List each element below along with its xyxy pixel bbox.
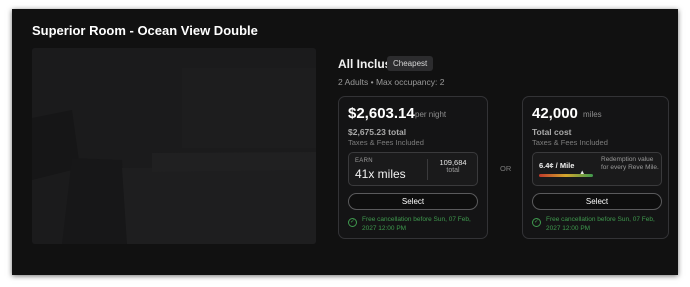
- earn-total-label: total: [446, 167, 460, 174]
- occupancy-info: 2 Adults • Max occupancy: 2: [338, 77, 445, 87]
- earn-miles-box: EARN 41x miles 109,684 total: [348, 152, 478, 186]
- earn-divider: [427, 159, 428, 180]
- earn-value: 41x miles: [355, 167, 406, 181]
- total-cost-label: Total cost: [532, 127, 572, 137]
- check-circle-icon: ✓: [532, 218, 541, 227]
- room-photo-silhouette: [32, 48, 316, 244]
- fees-note: Taxes & Fees Included: [348, 138, 424, 147]
- redemption-box: 6.4¢ / Mile ▲ Redemption value for every…: [532, 152, 662, 186]
- or-separator: OR: [500, 164, 512, 173]
- cash-price-card: $2,603.14 per night $2,675.23 total Taxe…: [338, 96, 488, 239]
- nightly-price: $2,603.14: [348, 105, 415, 122]
- select-cash-button[interactable]: Select: [348, 193, 478, 210]
- earn-total-number: 109,684: [439, 158, 467, 167]
- room-title: Superior Room - Ocean View Double: [32, 23, 258, 38]
- fees-note: Taxes & Fees Included: [532, 138, 608, 147]
- check-circle-icon: ✓: [348, 218, 357, 227]
- room-panel: Superior Room - Ocean View Double All In…: [12, 9, 678, 275]
- miles-amount: 42,000: [532, 105, 578, 122]
- redemption-rate: 6.4¢ / Mile: [539, 161, 575, 170]
- miles-unit: miles: [583, 110, 602, 119]
- miles-price-card: 42,000 miles Total cost Taxes & Fees Inc…: [522, 96, 669, 239]
- cancellation-policy: Free cancellation before Sun, 07 Feb, 20…: [362, 216, 471, 232]
- cancellation-policy: Free cancellation before Sun, 07 Feb, 20…: [546, 216, 655, 232]
- select-miles-button[interactable]: Select: [532, 193, 662, 210]
- price-total: $2,675.23 total: [348, 127, 407, 137]
- redemption-marker-icon: ▲: [579, 170, 586, 176]
- room-photo[interactable]: [32, 48, 316, 244]
- redemption-description: Redemption value for every Reve Mile.: [601, 156, 659, 171]
- cheapest-badge: Cheapest: [387, 56, 434, 71]
- price-unit: per night: [415, 110, 447, 119]
- earn-label: EARN: [355, 158, 373, 164]
